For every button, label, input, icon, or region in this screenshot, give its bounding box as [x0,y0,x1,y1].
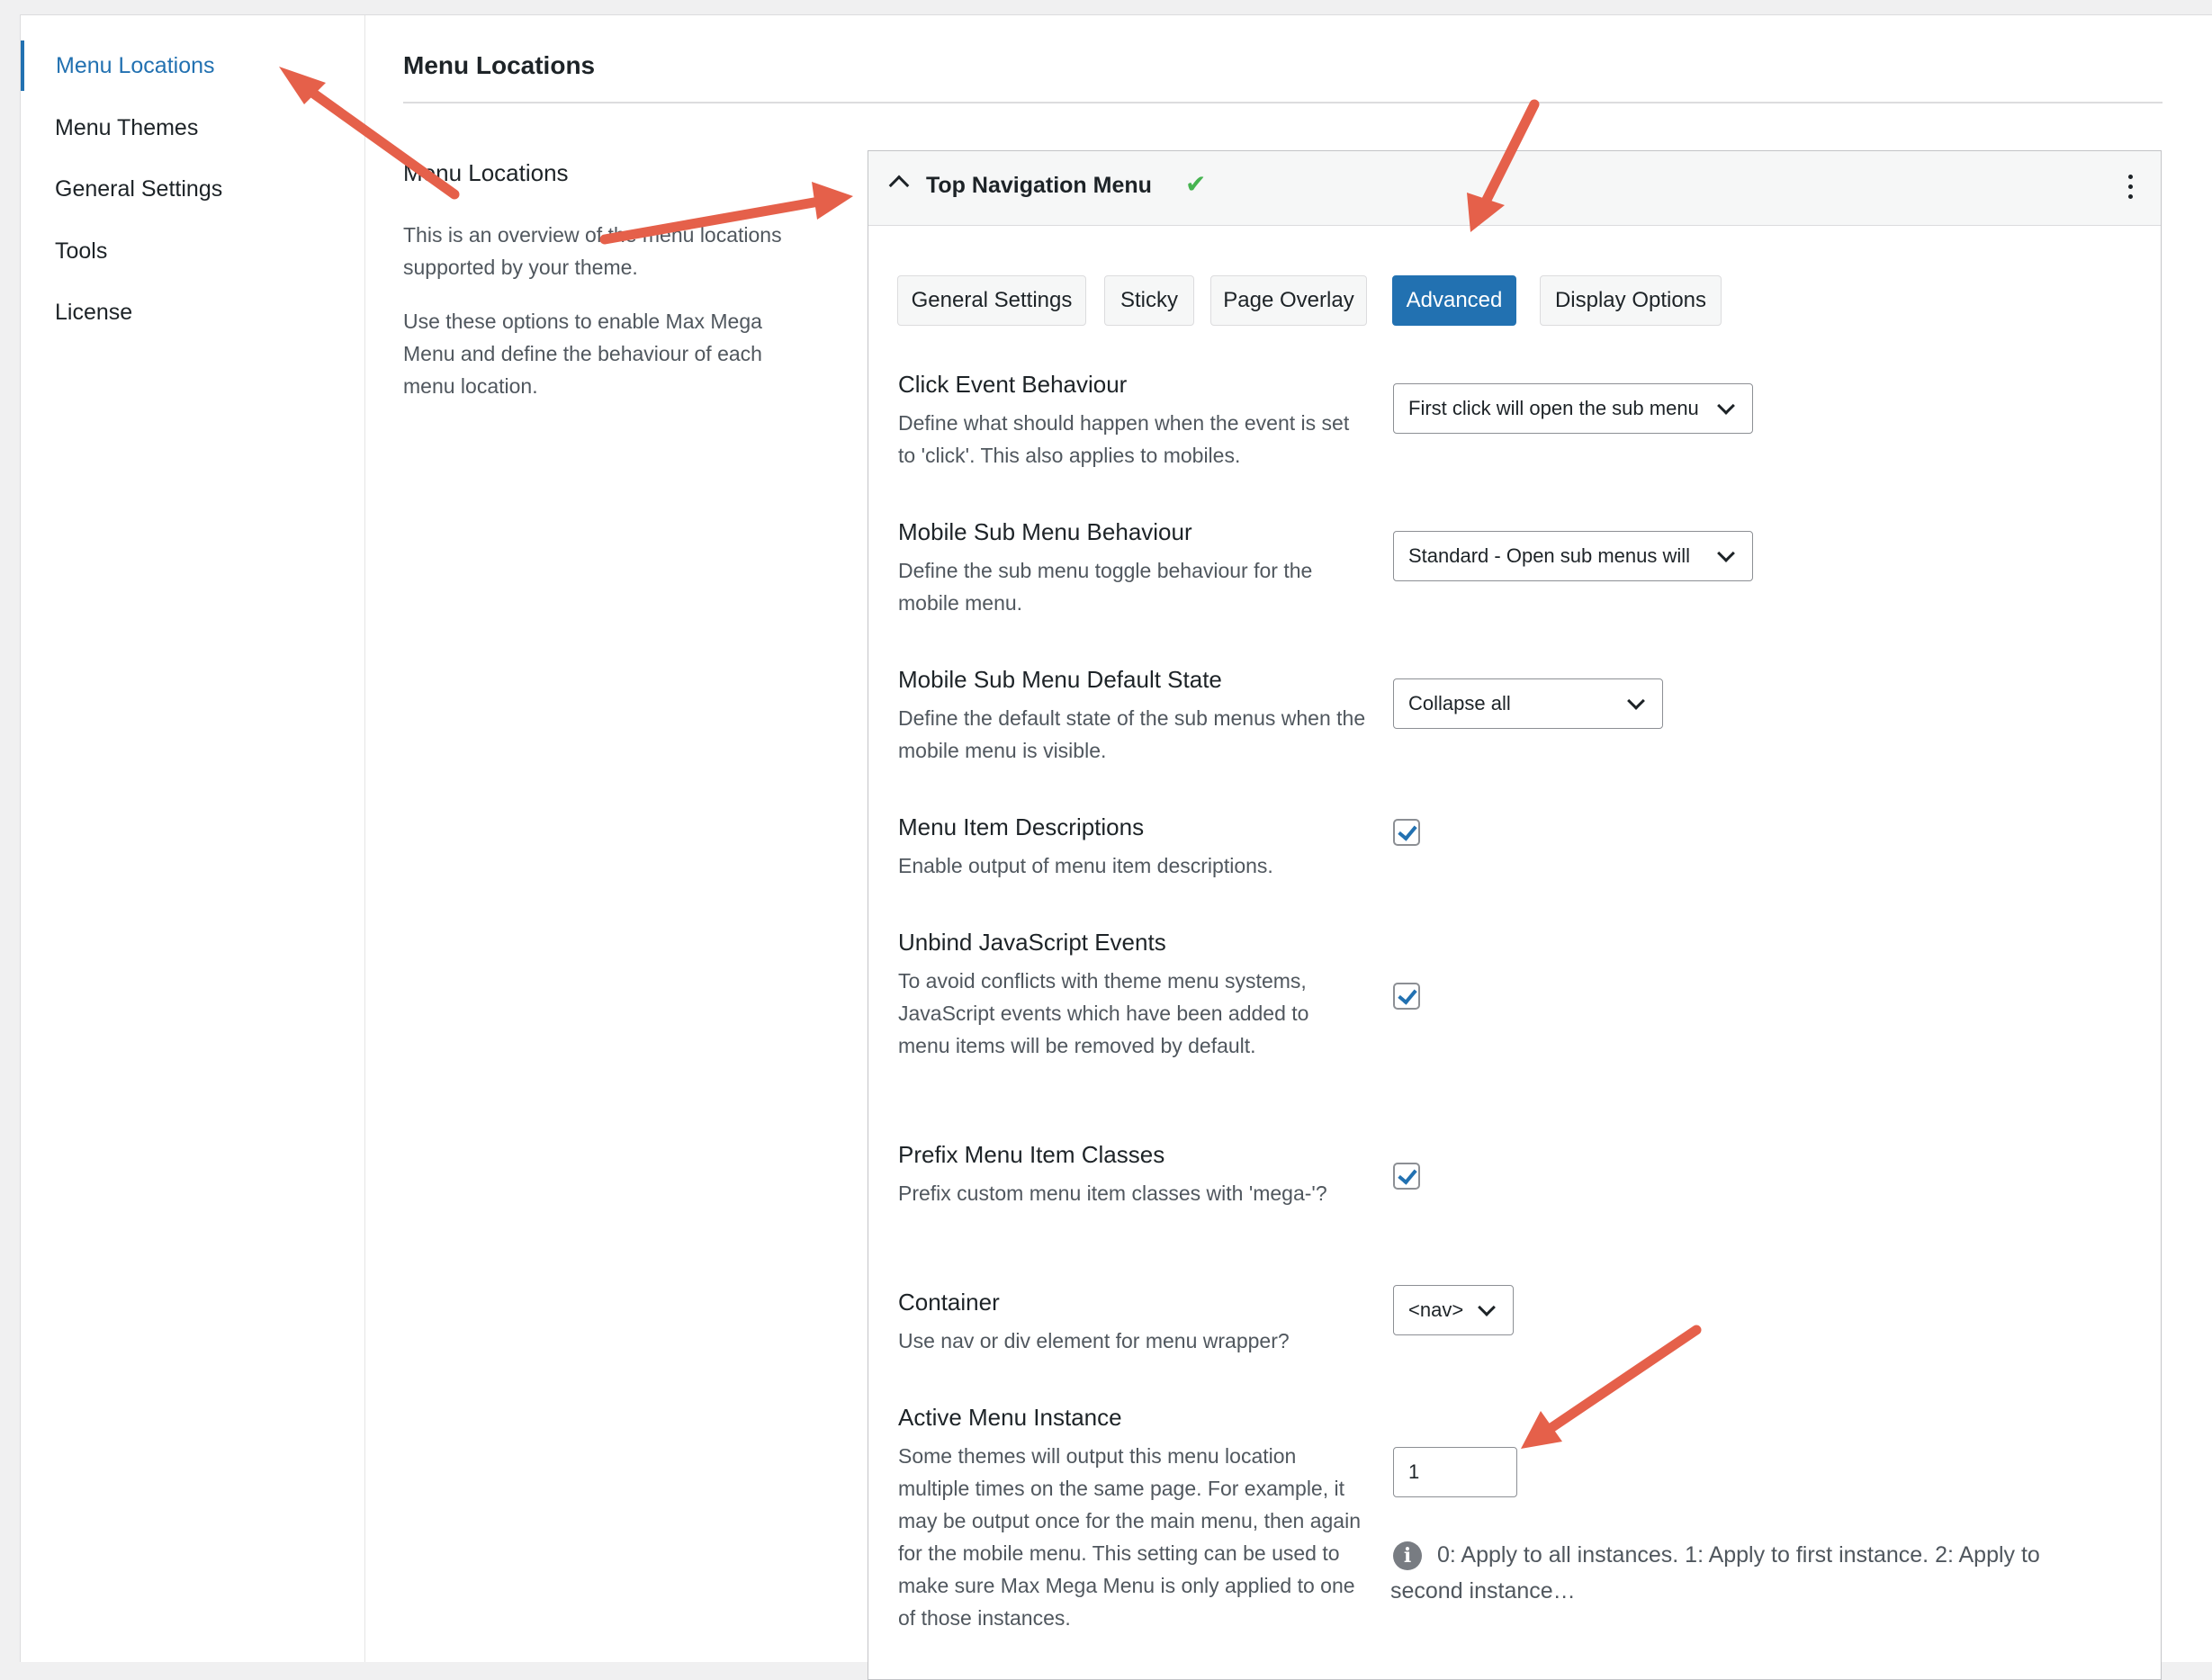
prefix-classes-label: Prefix Menu Item Classes [898,1141,1165,1168]
sidebar-item-menu-themes[interactable]: Menu Themes [21,103,364,153]
container-select[interactable]: <nav> [1393,1285,1514,1335]
descriptions-desc: Enable output of menu item descriptions. [898,854,1273,877]
sidebar-item-menu-locations[interactable]: Menu Locations [21,40,364,91]
click-event-select[interactable]: First click will open the sub menu [1393,383,1753,434]
active-instance-label: Active Menu Instance [898,1404,1122,1431]
mobile-sub-behaviour-label: Mobile Sub Menu Behaviour [898,518,1192,545]
tab-display-options[interactable]: Display Options [1540,275,1722,326]
container-label: Container [898,1289,1000,1316]
prefix-classes-desc: Prefix custom menu item classes with 'me… [898,1181,1327,1205]
active-instance-input[interactable] [1393,1447,1517,1497]
container-value: <nav> [1408,1298,1464,1321]
menu-location-panel: Top Navigation Menu ✔ General Settings S… [868,150,2162,1680]
section-heading: Menu Locations [403,159,569,186]
chevron-down-icon [1478,1298,1496,1316]
panel-title: Top Navigation Menu [926,173,1152,198]
tab-page-overlay[interactable]: Page Overlay [1210,275,1367,326]
mobile-sub-default-select[interactable]: Collapse all [1393,678,1663,729]
tab-sticky[interactable]: Sticky [1104,275,1194,326]
tab-advanced[interactable]: Advanced [1392,275,1516,326]
panel-header[interactable]: Top Navigation Menu ✔ [868,151,2161,226]
checkmark-icon [1398,821,1417,841]
sidebar-item-tools[interactable]: Tools [21,226,364,276]
unbind-js-desc: To avoid conflicts with theme menu syste… [898,969,1309,1057]
mobile-sub-default-desc: Define the default state of the sub menu… [898,706,1366,762]
unbind-js-checkbox[interactable] [1393,983,1420,1010]
chevron-down-icon [1717,397,1735,415]
checkmark-icon [1398,1164,1417,1185]
click-event-label: Click Event Behaviour [898,371,1128,398]
tab-general-settings[interactable]: General Settings [897,275,1086,326]
click-event-value: First click will open the sub menu [1408,397,1699,419]
sidebar-item-general-settings[interactable]: General Settings [21,164,364,214]
page-title: Menu Locations [403,51,596,79]
unbind-js-label: Unbind JavaScript Events [898,929,1166,956]
chevron-down-icon [1717,544,1735,562]
mobile-sub-behaviour-value: Standard - Open sub menus will [1408,544,1691,567]
chevron-down-icon [1627,692,1645,710]
prefix-classes-checkbox[interactable] [1393,1163,1420,1190]
active-instance-hint: 0: Apply to all instances. 1: Apply to f… [1390,1542,2040,1604]
settings-sidebar: Menu Locations Menu Themes General Setti… [21,15,365,1662]
descriptions-label: Menu Item Descriptions [898,813,1145,840]
container-desc: Use nav or div element for menu wrapper? [898,1329,1290,1352]
sidebar-item-license[interactable]: License [21,287,364,337]
descriptions-checkbox[interactable] [1393,819,1420,846]
settings-frame: Menu Locations Menu Themes General Setti… [20,14,2212,1680]
intro-overview-text: This is an overview of the menu location… [403,223,782,279]
mobile-sub-behaviour-desc: Define the sub menu toggle behaviour for… [898,559,1313,615]
chevron-up-icon[interactable] [888,175,910,196]
mobile-sub-behaviour-select[interactable]: Standard - Open sub menus will [1393,531,1753,581]
mobile-sub-default-label: Mobile Sub Menu Default State [898,666,1222,693]
checkmark-icon [1398,984,1417,1005]
main-content: Menu Locations Menu Locations This is an… [365,15,2212,1680]
intro-options-text: Use these options to enable Max Mega Men… [403,310,762,398]
title-divider [403,102,2163,103]
more-options-icon[interactable] [2128,175,2134,203]
active-instance-desc: Some themes will output this menu locati… [898,1444,1361,1630]
mobile-sub-default-value: Collapse all [1408,692,1511,714]
click-event-desc: Define what should happen when the event… [898,411,1350,467]
check-icon: ✔ [1185,170,1207,198]
